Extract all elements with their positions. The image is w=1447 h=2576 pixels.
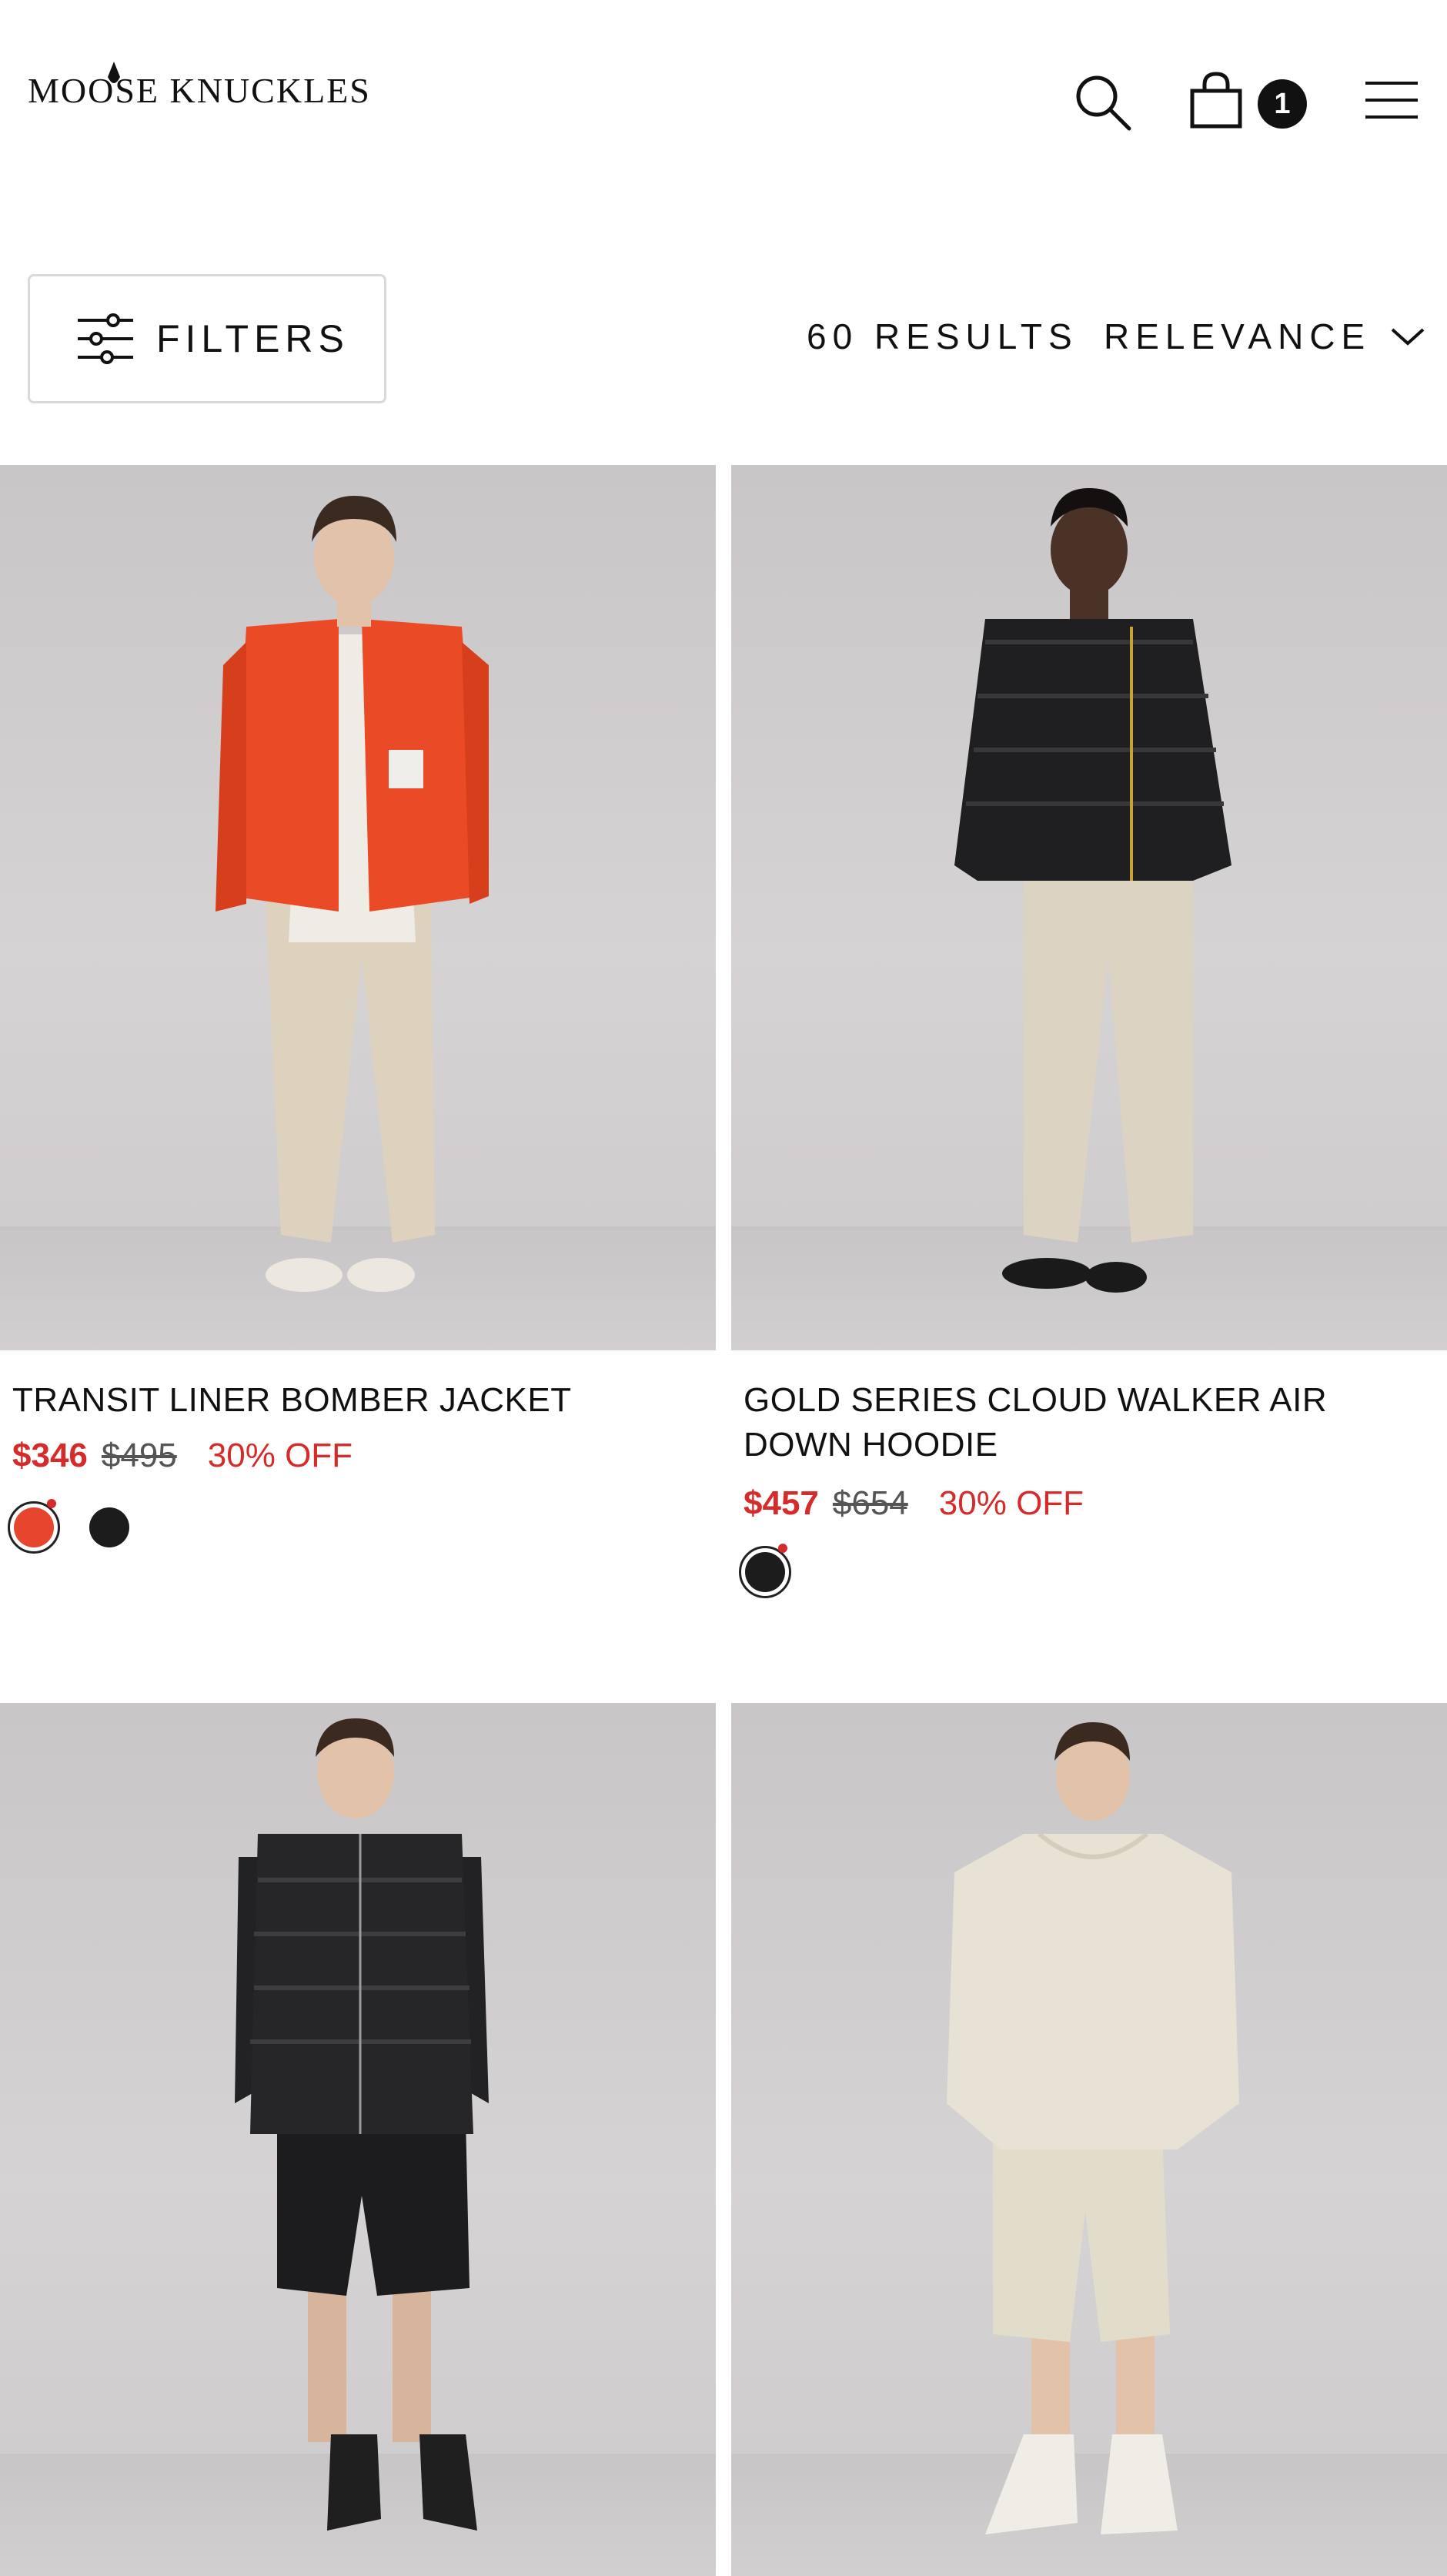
model-figure [235,1718,489,2531]
product-title[interactable]: TRANSIT LINER BOMBER JACKET [12,1378,572,1423]
swatch-red[interactable] [8,1499,60,1554]
original-price: $495 [101,1437,177,1474]
discount-label: 30% OFF [938,1484,1084,1522]
cart-count-badge: 1 [1258,79,1307,129]
sale-price: $346 [12,1437,88,1474]
shopping-bag-icon[interactable] [1189,71,1243,129]
hamburger-menu-icon[interactable] [1364,77,1419,123]
product-prices: $457 $654 30% OFF [744,1484,1084,1523]
original-price: $654 [832,1484,908,1522]
model-figure [954,488,1231,1293]
sale-price: $457 [744,1484,819,1522]
swatch-black[interactable] [739,1544,791,1598]
swatch-indicator-dot [47,1499,56,1508]
product-title[interactable]: GOLD SERIES CLOUD WALKER AIR DOWN HOODIE [744,1378,1436,1467]
swatch-black[interactable] [83,1501,135,1554]
product-image[interactable] [0,465,716,1350]
sliders-icon [78,313,133,364]
logo-text: MOOSE KNUCKLES [28,71,371,110]
product-card[interactable]: TRANSIT LINER BOMBER JACKET $346 $495 30… [0,465,716,1620]
sort-dropdown[interactable]: RELEVANCE [1104,316,1425,357]
search-icon[interactable] [1074,73,1132,132]
product-image[interactable] [0,1703,716,2576]
brand-logo[interactable]: MOOSE KNUCKLES [28,60,371,122]
color-swatches [8,1499,159,1554]
product-card[interactable] [0,1703,716,2576]
results-count: 60 RESULTS [807,316,1078,356]
model-figure [216,496,489,1292]
product-image[interactable] [731,1703,1447,2576]
color-swatches [739,1544,814,1598]
model-figure [947,1722,1239,2534]
swatch-indicator-dot [778,1544,787,1553]
filters-button[interactable]: FILTERS [28,274,386,403]
sort-label: RELEVANCE [1104,316,1372,356]
product-image[interactable] [731,465,1447,1350]
moose-antler-icon [108,62,120,83]
product-prices: $346 $495 30% OFF [12,1437,353,1475]
product-card[interactable]: GOLD SERIES CLOUD WALKER AIR DOWN HOODIE… [731,465,1447,1620]
site-header: MOOSE KNUCKLES 1 [0,0,1447,208]
discount-label: 30% OFF [207,1437,353,1474]
product-card[interactable] [731,1703,1447,2576]
chevron-down-icon [1391,328,1425,346]
filters-label: FILTERS [156,317,349,360]
